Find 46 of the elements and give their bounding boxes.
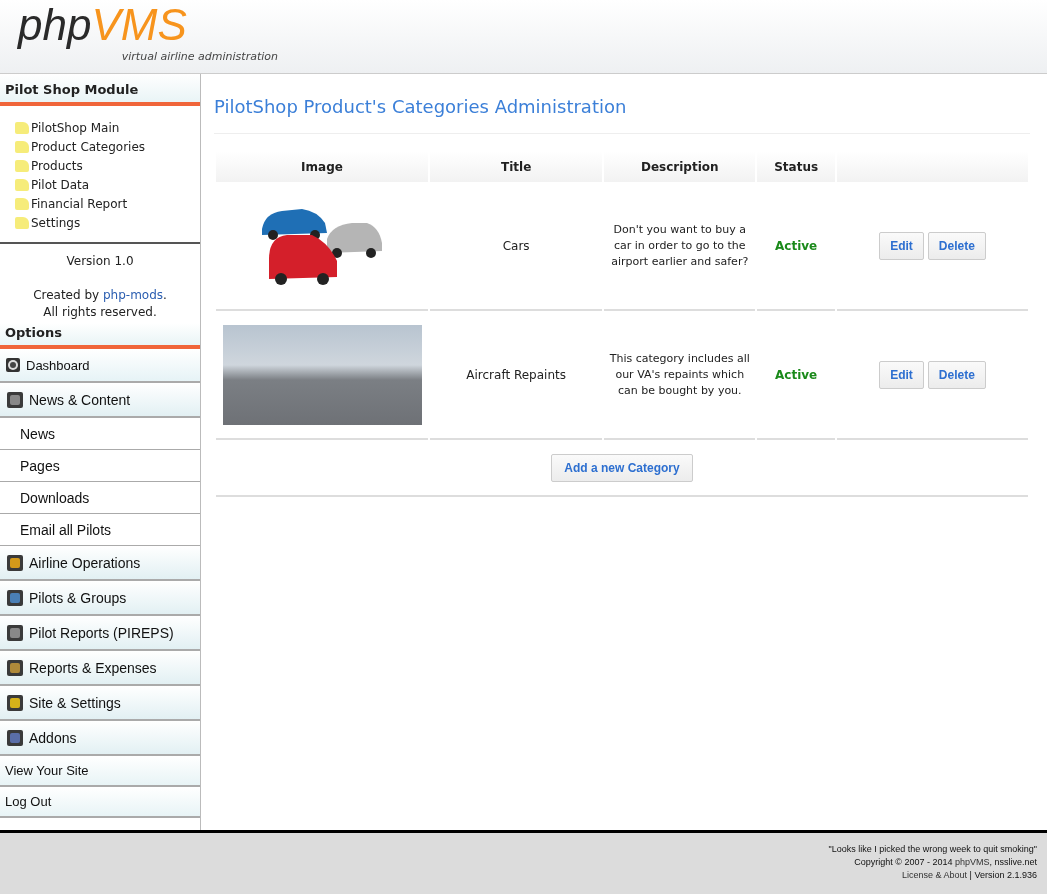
section-icon: [7, 554, 23, 571]
edit-button[interactable]: Edit: [879, 231, 924, 260]
add-category-button[interactable]: Add a new Category: [551, 453, 693, 482]
version-text: | Version 2.1.936: [968, 869, 1037, 882]
folder-icon: [15, 178, 29, 191]
license-link[interactable]: License & About: [902, 869, 968, 882]
rights-text: All rights reserved.: [42, 304, 158, 321]
description-cell: This category includes all our VA's repaints which can be bought by you.: [604, 311, 756, 440]
version-text: Version 1.0: [65, 253, 135, 270]
sidebar-link[interactable]: Settings: [31, 215, 81, 230]
sidebar-heading: Options: [0, 323, 200, 349]
description-cell: Don't you want to buy a car in order to go to the airport earlier and safer?: [604, 182, 756, 311]
folder-icon: [15, 121, 29, 134]
title-cell: Aircraft Repaints: [430, 311, 603, 440]
sidebar-link[interactable]: Financial Report: [31, 196, 128, 211]
section-icon: [7, 624, 23, 641]
status-cell: Active: [757, 311, 836, 440]
section-icon: [7, 391, 23, 408]
logo-tagline: virtual airline administration: [121, 50, 278, 63]
section-icon: [7, 729, 23, 746]
section-icon: [7, 659, 23, 676]
delete-button[interactable]: Delete: [927, 360, 986, 389]
logo-text: VMS: [91, 4, 187, 46]
footer-quote: "Looks like I picked the wrong week to quit smoking": [827, 843, 1037, 856]
section-icon: [7, 694, 23, 711]
nav-section[interactable]: News & Content: [0, 383, 200, 418]
section-icon: [7, 589, 23, 606]
sidebar-link[interactable]: Product Categories: [31, 139, 146, 154]
nav-section[interactable]: Addons: [0, 721, 200, 756]
sidebar-link[interactable]: Products: [31, 158, 83, 173]
page-title: PilotShop Product's Categories Administration: [214, 96, 1030, 134]
title-cell: Cars: [430, 182, 603, 311]
status-cell: Active: [757, 182, 836, 311]
sidebar-link[interactable]: PilotShop Main: [31, 120, 120, 135]
gauge-icon: [6, 358, 20, 372]
delete-button[interactable]: Delete: [927, 231, 986, 260]
folder-icon: [15, 216, 29, 229]
folder-icon: [15, 159, 29, 172]
credit-text: Created by php-mods.: [32, 287, 168, 304]
folder-icon: [15, 197, 29, 210]
sidebar-link[interactable]: Pilot Data: [31, 177, 90, 192]
edit-button[interactable]: Edit: [879, 360, 924, 389]
nav-section[interactable]: Pilots & Groups: [0, 581, 200, 616]
nav-section[interactable]: Reports & Expenses: [0, 651, 200, 686]
folder-icon: [15, 140, 29, 153]
copyright-text: Copyright © 2007 - 2014 phpVMS, nsslive.net: [853, 856, 1037, 869]
